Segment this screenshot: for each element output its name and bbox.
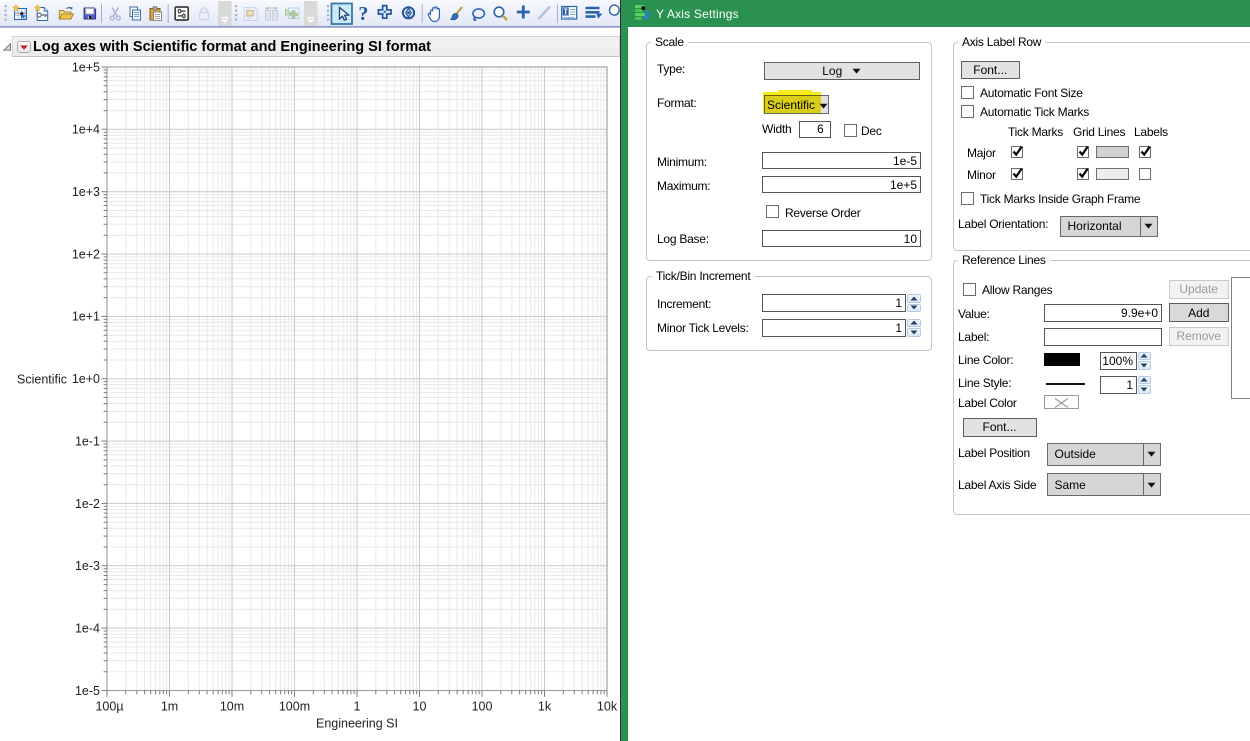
svg-text:1e-3: 1e-3 — [75, 559, 100, 573]
svg-text:1e+1: 1e+1 — [72, 310, 100, 324]
svg-text:1e-2: 1e-2 — [75, 497, 100, 511]
svg-text:1e+5: 1e+5 — [72, 60, 100, 74]
svg-text:1k: 1k — [538, 700, 552, 714]
svg-text:Scientific: Scientific — [17, 373, 67, 387]
svg-text:10: 10 — [413, 700, 427, 714]
svg-text:1e+2: 1e+2 — [72, 247, 100, 261]
svg-text:10k: 10k — [597, 700, 618, 714]
svg-text:1m: 1m — [161, 700, 178, 714]
svg-text:1e+4: 1e+4 — [72, 123, 100, 137]
svg-text:10m: 10m — [220, 700, 244, 714]
svg-text:1e+3: 1e+3 — [72, 185, 100, 199]
svg-text:100µ: 100µ — [95, 700, 123, 714]
svg-text:1e-5: 1e-5 — [75, 684, 100, 698]
svg-text:1e+0: 1e+0 — [72, 372, 100, 386]
svg-text:1e-4: 1e-4 — [75, 621, 100, 635]
svg-text:100m: 100m — [279, 700, 310, 714]
svg-text:1e-1: 1e-1 — [75, 434, 100, 448]
svg-text:?: ? — [358, 3, 368, 25]
svg-text:100: 100 — [472, 700, 493, 714]
svg-text:Engineering SI: Engineering SI — [316, 717, 398, 731]
svg-text:1: 1 — [354, 700, 361, 714]
